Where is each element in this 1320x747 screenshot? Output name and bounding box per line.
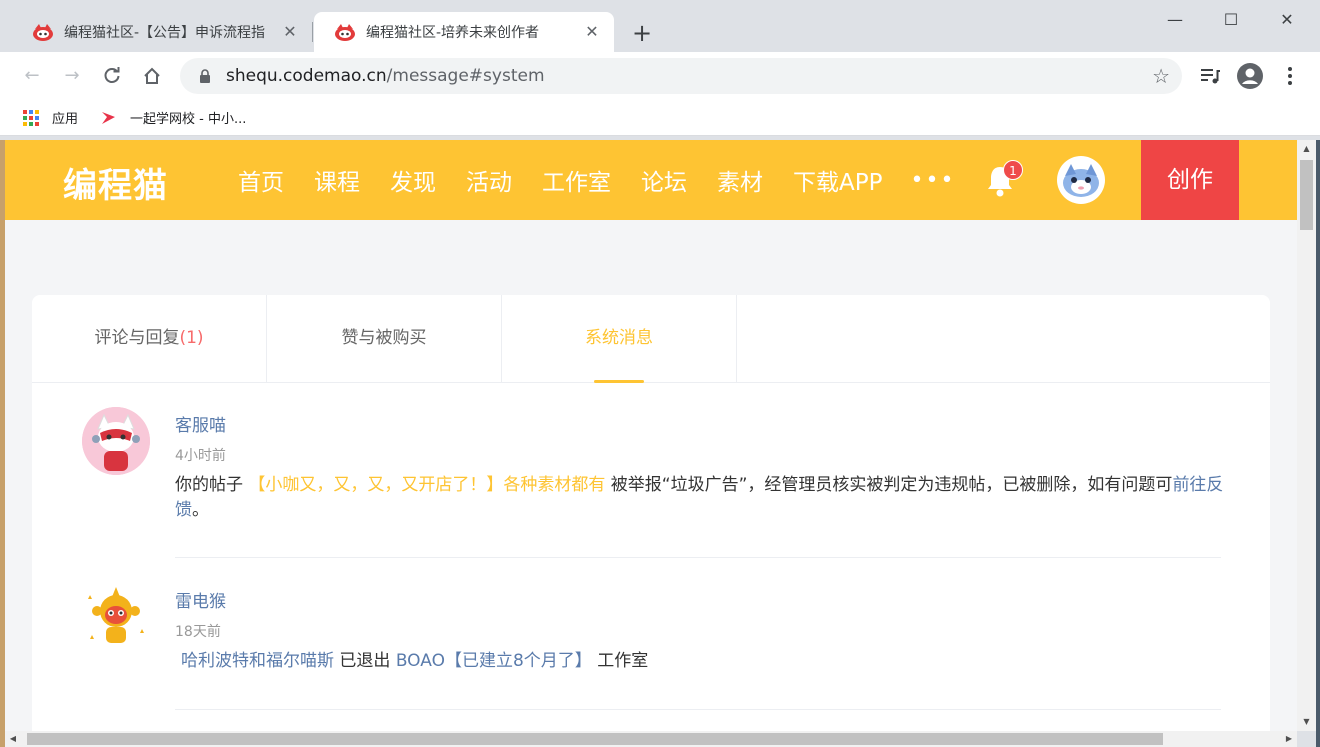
- menu-kebab-icon[interactable]: [1276, 62, 1304, 90]
- tab-close-icon[interactable]: ✕: [280, 22, 300, 42]
- address-bar[interactable]: shequ.codemao.cn/message#system ☆: [180, 58, 1182, 94]
- codemao-favicon-icon: [33, 24, 53, 41]
- bookmarks-bar: 应用 一起学网校 - 中小...: [0, 100, 1320, 136]
- back-arrow-icon[interactable]: ←: [16, 60, 48, 92]
- create-button[interactable]: 创作: [1141, 140, 1239, 220]
- tab-label: 系统消息: [585, 328, 653, 348]
- nav-download-app[interactable]: 下载APP: [793, 163, 882, 197]
- avatar-image-icon: [1063, 164, 1099, 197]
- scroll-left-arrow-icon[interactable]: ◀: [5, 731, 21, 747]
- codemao-favicon-icon: [335, 24, 355, 41]
- page-viewport: 编程猫 首页 课程 发现 活动 工作室 论坛 素材 下载APP ••• 1 创作…: [5, 140, 1297, 731]
- scroll-right-arrow-icon[interactable]: ▶: [1281, 731, 1297, 747]
- tab-likes-purchases[interactable]: 赞与被购买: [267, 295, 502, 382]
- message-divider: [175, 557, 1221, 558]
- reload-icon[interactable]: [96, 60, 128, 92]
- profile-icon[interactable]: [1236, 62, 1264, 90]
- message-sender[interactable]: 雷电猴: [175, 587, 226, 612]
- tab-separator: [312, 22, 313, 42]
- message-text: 。: [192, 500, 209, 520]
- url-path: /message#system: [386, 66, 545, 86]
- message-time: 18天前: [175, 624, 221, 640]
- messages-panel: 评论与回复(1) 赞与被购买 系统消息 客服喵 4小时前 你的帖子 【小咖又，又…: [32, 295, 1270, 731]
- nav-home[interactable]: 首页: [238, 163, 284, 197]
- user-avatar[interactable]: [1057, 156, 1105, 204]
- url-host: shequ.codemao.cn: [226, 66, 387, 86]
- nav-courses[interactable]: 课程: [314, 163, 360, 197]
- nav-discover[interactable]: 发现: [390, 163, 436, 197]
- tab-label: 赞与被购买: [341, 328, 427, 348]
- desktop-right-edge: [1316, 140, 1320, 747]
- minimize-button[interactable]: —: [1152, 6, 1198, 34]
- user-link[interactable]: 哈利波特和福尔喵斯: [181, 651, 334, 671]
- media-queue-icon[interactable]: [1196, 62, 1224, 90]
- lock-icon: [200, 69, 210, 83]
- codemao-logo[interactable]: 编程猫: [63, 158, 168, 207]
- studio-link[interactable]: BOAO【已建立8个月了】: [396, 651, 592, 671]
- tab-title: 编程猫社区-【公告】申诉流程指: [64, 25, 266, 41]
- tab-strip: 编程猫社区-【公告】申诉流程指 ✕ 编程猫社区-培养未来创作者 ✕ + — ☐ …: [0, 0, 1320, 52]
- message-sender[interactable]: 客服喵: [175, 411, 226, 436]
- tab-label: 评论与回复: [94, 328, 180, 348]
- browser-toolbar: ← → shequ.codemao.cn/message#system ☆: [0, 52, 1320, 100]
- message-body: 你的帖子 【小咖又，又，又，又开店了！】各种素材都有 被举报“垃圾广告”，经管理…: [175, 473, 1225, 523]
- browser-tab-announcement[interactable]: 编程猫社区-【公告】申诉流程指 ✕: [12, 12, 312, 52]
- tab-system-messages[interactable]: 系统消息: [502, 295, 737, 383]
- bookmark-label: 应用: [52, 112, 79, 127]
- close-window-button[interactable]: ✕: [1264, 6, 1310, 34]
- bookmark-apps[interactable]: 应用: [22, 108, 78, 127]
- forward-arrow-icon[interactable]: →: [56, 60, 88, 92]
- maximize-button[interactable]: ☐: [1208, 6, 1254, 34]
- tab-title: 编程猫社区-培养未来创作者: [366, 25, 540, 41]
- nav-materials[interactable]: 素材: [717, 163, 763, 197]
- site-header: 编程猫 首页 课程 发现 活动 工作室 论坛 素材 下载APP ••• 1 创作: [5, 140, 1297, 220]
- cat-mascot-icon: [82, 407, 150, 475]
- message-text: 工作室: [591, 651, 649, 671]
- url-text: shequ.codemao.cn/message#system: [226, 66, 545, 86]
- tab-comments-replies[interactable]: 评论与回复(1): [32, 295, 267, 382]
- nav-studio[interactable]: 工作室: [542, 163, 611, 197]
- 17zuoye-icon: [102, 111, 116, 124]
- new-tab-button[interactable]: +: [628, 20, 656, 48]
- message-tabs: 评论与回复(1) 赞与被购买 系统消息: [32, 295, 1270, 383]
- notification-count-badge: 1: [1003, 160, 1023, 180]
- tab-close-icon[interactable]: ✕: [582, 22, 602, 42]
- apps-grid-icon: [23, 109, 39, 126]
- unread-count: (1): [179, 328, 204, 348]
- message-time: 4小时前: [175, 448, 226, 464]
- message-body: 哈利波特和福尔喵斯 已退出 BOAO【已建立8个月了】 工作室: [181, 649, 1231, 674]
- horizontal-scroll-thumb[interactable]: [27, 733, 1163, 745]
- main-nav: 首页 课程 发现 活动 工作室 论坛 素材 下载APP •••: [238, 140, 955, 220]
- active-tab-indicator: [594, 380, 644, 383]
- leidianhou-avatar[interactable]: [82, 583, 150, 651]
- nav-events[interactable]: 活动: [466, 163, 512, 197]
- horizontal-scrollbar[interactable]: ◀ ▶: [5, 731, 1297, 747]
- scroll-down-arrow-icon[interactable]: ▼: [1297, 713, 1316, 731]
- monkey-mascot-icon: [82, 583, 150, 651]
- message-divider: [175, 709, 1221, 710]
- scroll-up-arrow-icon[interactable]: ▲: [1297, 140, 1316, 158]
- bookmark-star-icon[interactable]: ☆: [1152, 64, 1170, 88]
- vertical-scrollbar[interactable]: ▲ ▼: [1297, 140, 1316, 731]
- message-text: 被举报“垃圾广告”，经管理员核实被判定为违规帖，已被删除，如有问题可: [605, 475, 1173, 495]
- vertical-scroll-thumb[interactable]: [1300, 160, 1313, 230]
- home-icon[interactable]: [136, 60, 168, 92]
- bookmark-label: 一起学网校 - 中小...: [130, 112, 247, 127]
- kefumiao-avatar[interactable]: [82, 407, 150, 475]
- bookmark-17zuoye[interactable]: 一起学网校 - 中小...: [100, 108, 246, 127]
- post-title-link[interactable]: 【小咖又，又，又，又开店了！】各种素材都有: [248, 475, 605, 495]
- message-text: 已退出: [334, 651, 396, 671]
- nav-forum[interactable]: 论坛: [641, 163, 687, 197]
- message-text: 你的帖子: [175, 475, 249, 495]
- browser-tab-current[interactable]: 编程猫社区-培养未来创作者 ✕: [314, 12, 614, 52]
- nav-more-icon[interactable]: •••: [910, 168, 955, 193]
